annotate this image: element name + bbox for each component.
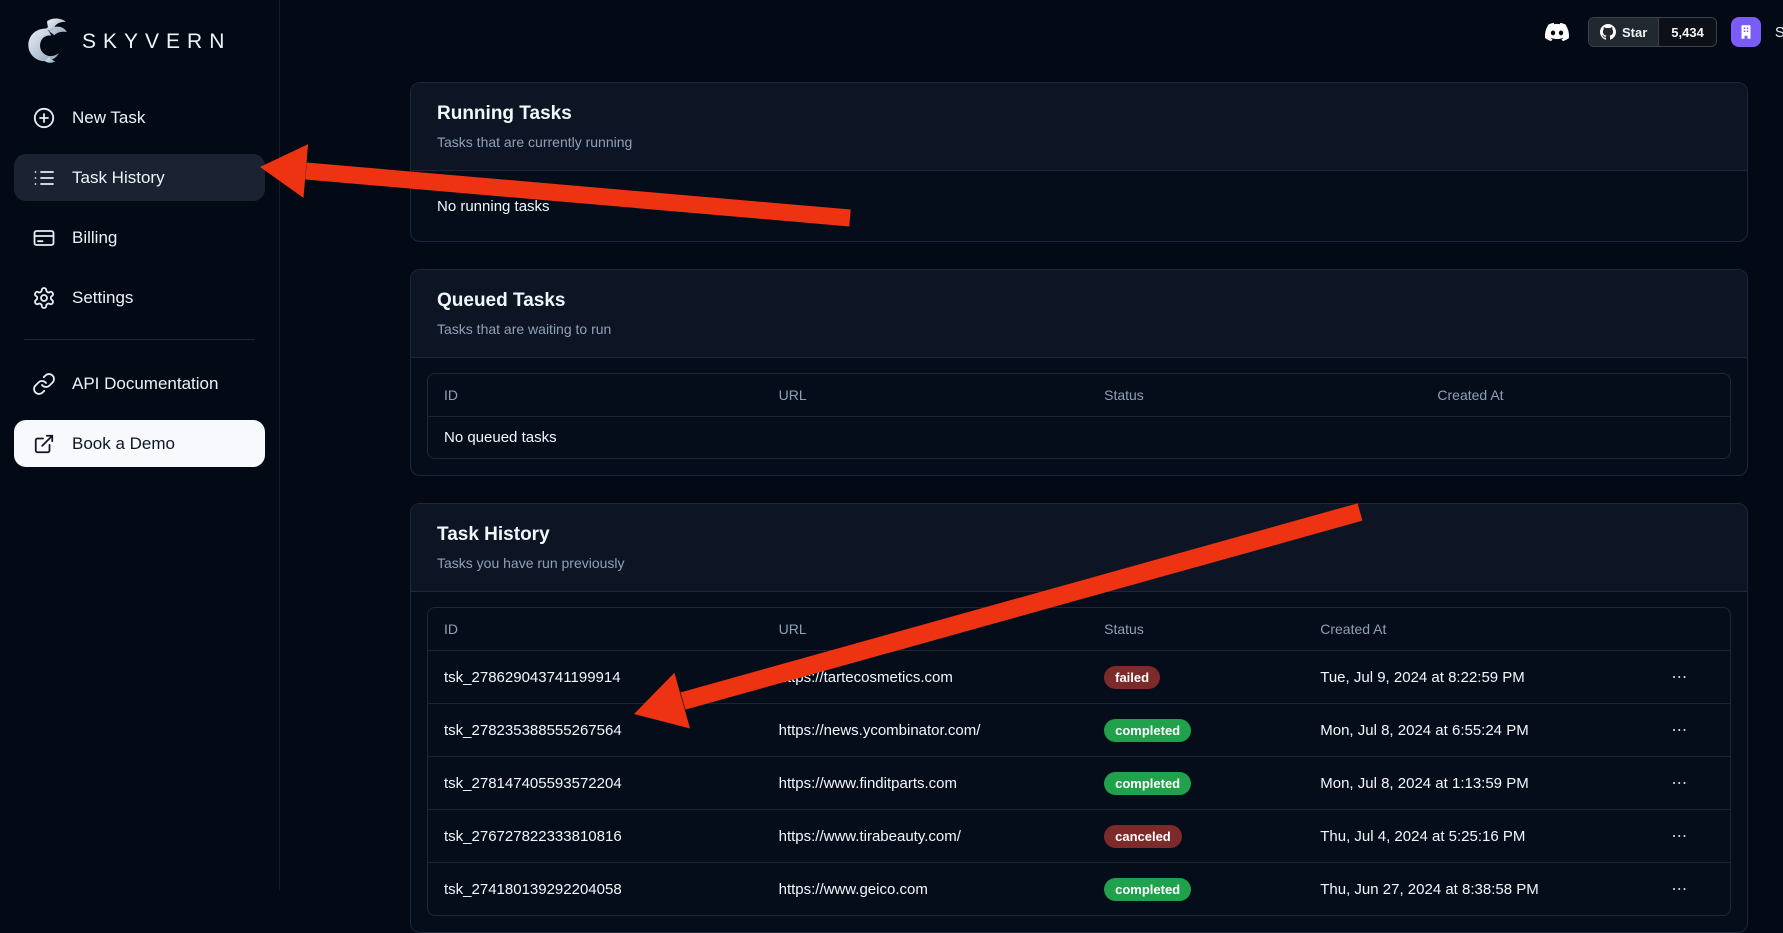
card-title: Running Tasks <box>437 102 1721 126</box>
task-history-row[interactable]: tsk_278235388555267564 https://news.ycom… <box>428 703 1730 756</box>
column-header-url: URL <box>763 387 1089 403</box>
sidebar-item-billing[interactable]: Billing <box>14 214 265 261</box>
task-status-cell: canceled <box>1088 825 1304 848</box>
task-history-row[interactable]: tsk_278147405593572204 https://www.findi… <box>428 756 1730 809</box>
sidebar-item-label: Task History <box>72 168 165 188</box>
column-header-status: Status <box>1088 387 1421 403</box>
task-status-cell: failed <box>1088 666 1304 689</box>
task-url-cell: https://www.finditparts.com <box>763 775 1089 792</box>
sidebar-item-label: New Task <box>72 108 145 128</box>
card-title: Task History <box>437 523 1721 547</box>
task-created-at-cell: Thu, Jun 27, 2024 at 8:38:58 PM <box>1304 881 1643 898</box>
column-header-id: ID <box>428 621 763 637</box>
task-history-card: Task History Tasks you have run previous… <box>410 503 1748 933</box>
queued-table-header-row: ID URL Status Created At <box>428 374 1730 416</box>
link-icon <box>32 372 56 396</box>
task-id-cell: tsk_276727822333810816 <box>428 828 763 845</box>
column-header-status: Status <box>1088 621 1304 637</box>
running-tasks-empty-message: No running tasks <box>411 171 1747 241</box>
queued-tasks-table: ID URL Status Created At No queued tasks <box>427 373 1731 459</box>
status-badge: completed <box>1104 719 1191 742</box>
history-table-header-row: ID URL Status Created At <box>428 608 1730 650</box>
sidebar-item-label: Settings <box>72 288 133 308</box>
task-id-cell: tsk_274180139292204058 <box>428 881 763 898</box>
task-url-cell: https://www.tirabeauty.com/ <box>763 828 1089 845</box>
card-subtitle: Tasks you have run previously <box>437 554 1721 572</box>
organization-avatar[interactable] <box>1731 17 1761 47</box>
task-id-cell: tsk_278147405593572204 <box>428 775 763 792</box>
task-created-at-cell: Tue, Jul 9, 2024 at 8:22:59 PM <box>1304 669 1643 686</box>
task-history-row[interactable]: tsk_274180139292204058 https://www.geico… <box>428 862 1730 915</box>
plus-circle-icon <box>32 106 56 130</box>
sidebar-nav: New Task Task History Billing Settings <box>0 94 279 467</box>
sidebar-item-api-documentation[interactable]: API Documentation <box>14 360 265 407</box>
column-header-id: ID <box>428 387 763 403</box>
github-star-label: Star <box>1622 25 1647 40</box>
task-created-at-cell: Mon, Jul 8, 2024 at 1:13:59 PM <box>1304 775 1643 792</box>
queued-tasks-card: Queued Tasks Tasks that are waiting to r… <box>410 269 1748 476</box>
card-subtitle: Tasks that are waiting to run <box>437 320 1721 338</box>
discord-icon[interactable] <box>1540 17 1574 47</box>
sidebar-item-task-history[interactable]: Task History <box>14 154 265 201</box>
row-actions-button[interactable]: ⋯ <box>1643 879 1717 899</box>
task-id-cell: tsk_278235388555267564 <box>428 722 763 739</box>
task-created-at-cell: Mon, Jul 8, 2024 at 6:55:24 PM <box>1304 722 1643 739</box>
row-actions-button[interactable]: ⋯ <box>1643 720 1717 740</box>
topbar-actions: Star 5,434 Sk <box>1540 17 1783 47</box>
history-table-body: tsk_278629043741199914 https://tartecosm… <box>428 650 1730 915</box>
task-url-cell: https://tartecosmetics.com <box>763 669 1089 686</box>
external-link-icon <box>32 432 56 456</box>
card-subtitle: Tasks that are currently running <box>437 133 1721 151</box>
brand-name: SKYVERN <box>82 30 231 54</box>
row-actions-button[interactable]: ⋯ <box>1643 773 1717 793</box>
credit-card-icon <box>32 226 56 250</box>
sidebar-item-label: Billing <box>72 228 117 248</box>
status-badge: completed <box>1104 772 1191 795</box>
account-name-truncated[interactable]: Sk <box>1775 24 1783 41</box>
queued-tasks-empty-message: No queued tasks <box>428 429 1730 446</box>
task-url-cell: https://www.geico.com <box>763 881 1089 898</box>
status-badge: canceled <box>1104 825 1182 848</box>
column-header-url: URL <box>763 621 1089 637</box>
github-star-count: 5,434 <box>1658 18 1716 46</box>
brand-logo[interactable]: SKYVERN <box>0 10 279 74</box>
github-star-widget[interactable]: Star 5,434 <box>1588 17 1717 47</box>
gear-icon <box>32 286 56 310</box>
task-url-cell: https://news.ycombinator.com/ <box>763 722 1089 739</box>
sidebar-item-new-task[interactable]: New Task <box>14 94 265 141</box>
sidebar-item-label: Book a Demo <box>72 434 175 454</box>
running-tasks-header: Running Tasks Tasks that are currently r… <box>411 83 1747 171</box>
task-history-table: ID URL Status Created At tsk_27862904374… <box>427 607 1731 916</box>
queued-tasks-header: Queued Tasks Tasks that are waiting to r… <box>411 270 1747 358</box>
card-title: Queued Tasks <box>437 289 1721 313</box>
task-status-cell: completed <box>1088 878 1304 901</box>
task-status-cell: completed <box>1088 772 1304 795</box>
task-history-row[interactable]: tsk_278629043741199914 https://tartecosm… <box>428 650 1730 703</box>
status-badge: failed <box>1104 666 1160 689</box>
queued-tasks-empty-row: No queued tasks <box>428 416 1730 458</box>
row-actions-button[interactable]: ⋯ <box>1643 826 1717 846</box>
row-actions-button[interactable]: ⋯ <box>1643 667 1717 687</box>
task-id-cell: tsk_278629043741199914 <box>428 669 763 686</box>
task-status-cell: completed <box>1088 719 1304 742</box>
running-tasks-card: Running Tasks Tasks that are currently r… <box>410 82 1748 242</box>
task-created-at-cell: Thu, Jul 4, 2024 at 5:25:16 PM <box>1304 828 1643 845</box>
list-icon <box>32 166 56 190</box>
main-content: Running Tasks Tasks that are currently r… <box>280 0 1783 890</box>
column-header-created-at: Created At <box>1421 387 1730 403</box>
github-mark-icon <box>1600 24 1616 40</box>
sidebar-item-label: API Documentation <box>72 374 218 394</box>
building-icon <box>1737 23 1755 41</box>
sidebar-item-book-a-demo[interactable]: Book a Demo <box>14 420 265 467</box>
sidebar: SKYVERN New Task Task History Billing Se… <box>0 0 280 890</box>
column-header-created-at: Created At <box>1304 621 1643 637</box>
task-history-row[interactable]: tsk_276727822333810816 https://www.tirab… <box>428 809 1730 862</box>
status-badge: completed <box>1104 878 1191 901</box>
sidebar-item-settings[interactable]: Settings <box>14 274 265 321</box>
sidebar-divider <box>24 339 255 340</box>
dragon-logo-icon <box>20 16 72 68</box>
task-history-header: Task History Tasks you have run previous… <box>411 504 1747 592</box>
